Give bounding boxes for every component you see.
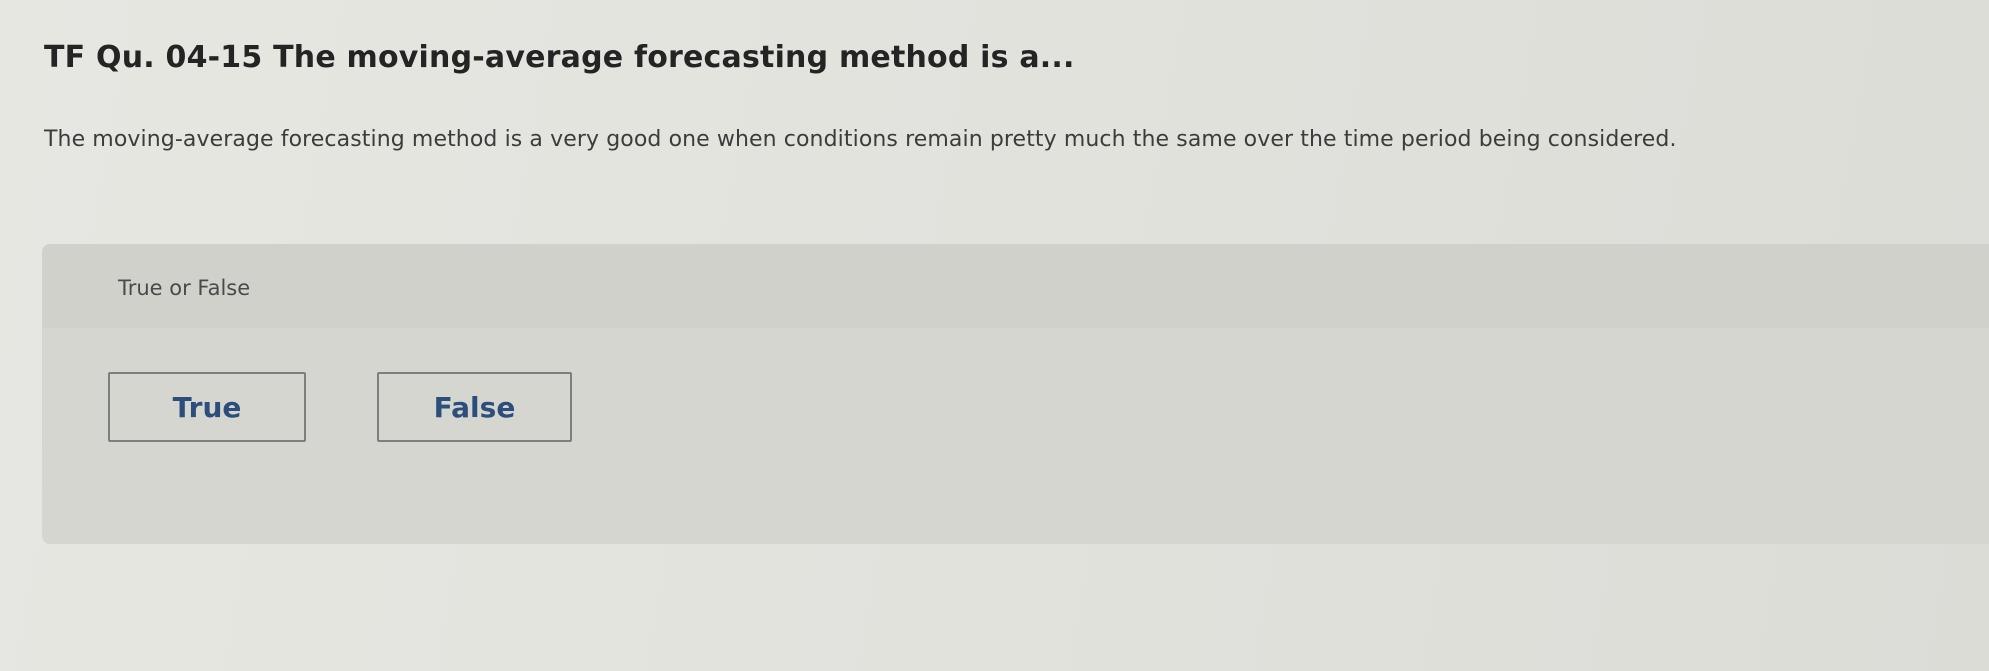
answer-panel: True or False True False <box>42 244 1989 544</box>
question-title: TF Qu. 04-15 The moving-average forecast… <box>44 40 1075 75</box>
answer-header: True or False <box>42 244 1989 328</box>
quiz-page: TF Qu. 04-15 The moving-average forecast… <box>0 0 1989 671</box>
true-or-false-label: True or False <box>118 276 251 300</box>
question-text: The moving-average forecasting method is… <box>44 127 1677 152</box>
true-button[interactable]: True <box>108 372 306 442</box>
false-button[interactable]: False <box>377 372 572 442</box>
